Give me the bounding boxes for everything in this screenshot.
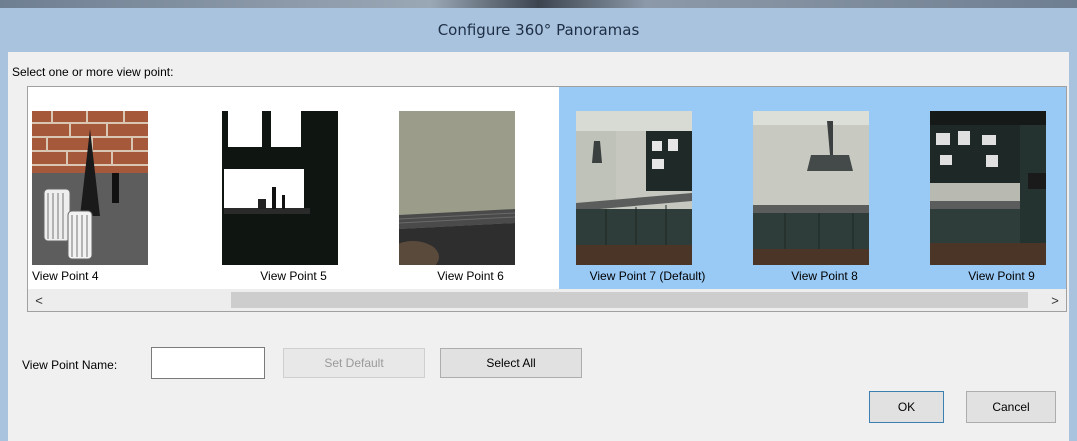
viewpoint-thumbnail-7	[576, 111, 692, 265]
window-title: Configure 360° Panoramas	[437, 21, 640, 39]
window-top-edge	[0, 0, 1077, 8]
viewpoint-prompt: Select one or more view point:	[12, 65, 174, 79]
viewpoint-tile-9[interactable]: View Point 9	[913, 87, 1066, 289]
cancel-button[interactable]: Cancel	[966, 391, 1056, 423]
ok-button[interactable]: OK	[869, 391, 944, 423]
viewpoint-tiles: View Point 4 View Point 5 View Point 6 V…	[28, 87, 1066, 289]
set-default-button[interactable]: Set Default	[283, 348, 425, 378]
select-all-button[interactable]: Select All	[440, 348, 582, 378]
viewpoint-label-9: View Point 9	[968, 269, 1035, 283]
viewpoint-thumbnail-4	[32, 111, 148, 265]
viewpoint-label-8: View Point 8	[791, 269, 858, 283]
viewpoint-thumbnail-5	[222, 111, 338, 265]
dialog-body: Select one or more view point: View Poin…	[8, 52, 1069, 441]
viewpoint-thumbnail-9	[930, 111, 1046, 265]
viewpoint-thumbnail-6	[399, 111, 515, 265]
horizontal-scrollbar[interactable]: < >	[28, 289, 1066, 311]
window-titlebar[interactable]: Configure 360° Panoramas	[0, 8, 1077, 52]
viewpoint-tile-7[interactable]: View Point 7 (Default)	[559, 87, 736, 289]
scroll-right-icon[interactable]: >	[1044, 289, 1066, 311]
viewpoint-tile-6[interactable]: View Point 6	[382, 87, 559, 289]
viewpoint-label-6: View Point 6	[437, 269, 504, 283]
scroll-left-icon[interactable]: <	[28, 289, 50, 311]
viewpoint-label-5: View Point 5	[260, 269, 327, 283]
viewpoint-label-7: View Point 7 (Default)	[589, 269, 706, 283]
viewpoint-tile-5[interactable]: View Point 5	[205, 87, 382, 289]
viewpoint-tile-4[interactable]: View Point 4	[28, 87, 205, 289]
viewpoint-name-input[interactable]	[151, 347, 265, 379]
viewpoint-label-4: View Point 4	[32, 269, 99, 283]
viewpoint-tile-8[interactable]: View Point 8	[736, 87, 913, 289]
scrollbar-thumb[interactable]	[231, 292, 1028, 308]
viewpoint-list[interactable]: View Point 4 View Point 5 View Point 6 V…	[27, 86, 1067, 312]
viewpoint-name-label: View Point Name:	[22, 358, 118, 372]
viewpoint-thumbnail-8	[753, 111, 869, 265]
